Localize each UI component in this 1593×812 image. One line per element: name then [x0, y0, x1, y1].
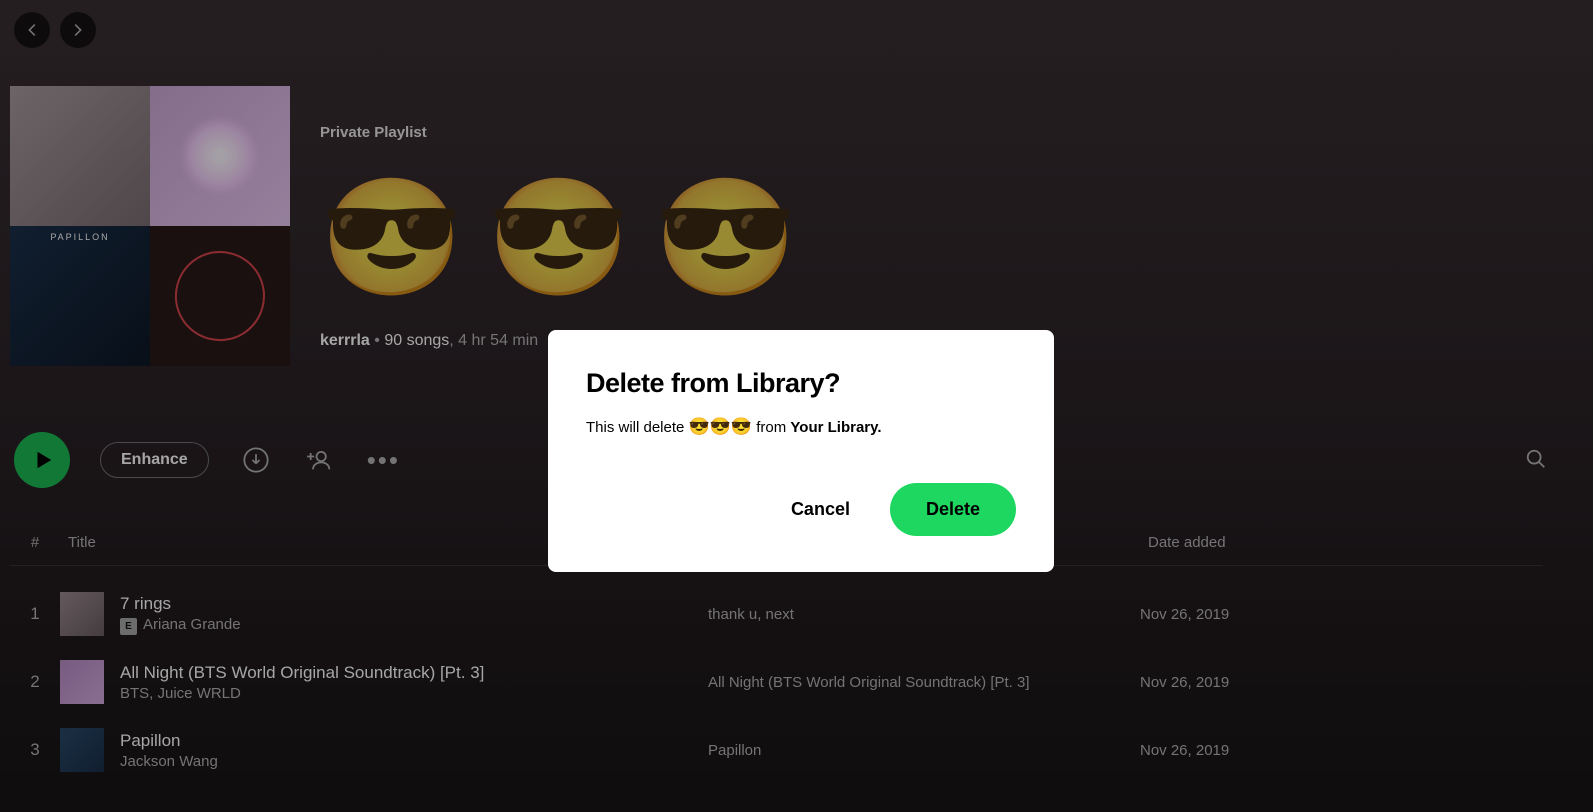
delete-confirm-dialog: Delete from Library? This will delete 😎😎… — [548, 330, 1054, 572]
cover-tile — [10, 226, 150, 366]
track-name: Papillon — [120, 731, 218, 751]
track-artist: BTS, Juice WRLD — [120, 685, 484, 702]
sunglasses-emoji-icon: 😎😎😎 — [689, 417, 753, 436]
search-icon — [1525, 448, 1547, 470]
enhance-button[interactable]: Enhance — [100, 442, 209, 478]
dialog-title: Delete from Library? — [586, 368, 1016, 399]
playlist-owner[interactable]: kerrrla — [320, 332, 370, 349]
track-artist: Jackson Wang — [120, 753, 218, 770]
playlist-info: Private Playlist 😎 😎 😎 kerrrla • 90 song… — [320, 86, 822, 366]
sunglasses-emoji-icon: 😎 — [487, 181, 630, 296]
track-album: All Night (BTS World Original Soundtrack… — [700, 674, 1140, 691]
track-date: Nov 26, 2019 — [1140, 742, 1543, 759]
action-bar: Enhance ••• — [14, 432, 400, 488]
more-horizontal-icon: ••• — [367, 445, 400, 475]
back-button[interactable] — [14, 12, 50, 48]
track-album: Papillon — [700, 742, 1140, 759]
column-number: # — [10, 530, 60, 555]
download-icon — [242, 446, 270, 474]
track-album: thank u, next — [700, 606, 1140, 623]
more-options-button[interactable]: ••• — [367, 445, 400, 476]
chevron-right-icon — [69, 21, 87, 39]
playlist-duration: 4 hr 54 min — [458, 332, 538, 349]
cancel-button[interactable]: Cancel — [779, 485, 862, 534]
invite-button[interactable] — [303, 443, 337, 477]
track-name: 7 rings — [120, 594, 241, 614]
track-thumbnail — [60, 660, 104, 704]
track-number: 2 — [10, 672, 60, 692]
dialog-body: This will delete 😎😎😎 from Your Library. — [586, 417, 1016, 437]
track-row[interactable]: 2 All Night (BTS World Original Soundtra… — [10, 648, 1543, 716]
playlist-header: Private Playlist 😎 😎 😎 kerrrla • 90 song… — [10, 86, 822, 366]
track-number: 3 — [10, 740, 60, 760]
download-button[interactable] — [239, 443, 273, 477]
track-row[interactable]: 1 7 rings EAriana Grande thank u, next N… — [10, 580, 1543, 648]
add-user-icon — [306, 446, 334, 474]
column-date: Date added — [1140, 530, 1543, 555]
track-date: Nov 26, 2019 — [1140, 606, 1543, 623]
playlist-type: Private Playlist — [320, 124, 822, 141]
playlist-song-count: 90 songs — [384, 332, 449, 349]
sunglasses-emoji-icon: 😎 — [320, 181, 463, 296]
track-artist: EAriana Grande — [120, 616, 241, 635]
playlist-cover[interactable] — [10, 86, 290, 366]
track-list: 1 7 rings EAriana Grande thank u, next N… — [10, 580, 1543, 784]
track-thumbnail — [60, 728, 104, 772]
playlist-title: 😎 😎 😎 — [320, 181, 822, 296]
delete-button[interactable]: Delete — [890, 483, 1016, 536]
track-date: Nov 26, 2019 — [1140, 674, 1543, 691]
sunglasses-emoji-icon: 😎 — [654, 181, 797, 296]
cover-tile — [150, 226, 290, 366]
track-thumbnail — [60, 592, 104, 636]
play-icon — [32, 449, 54, 471]
nav-buttons — [14, 12, 96, 48]
forward-button[interactable] — [60, 12, 96, 48]
track-name: All Night (BTS World Original Soundtrack… — [120, 663, 484, 683]
search-button[interactable] — [1525, 448, 1547, 475]
explicit-badge: E — [120, 618, 137, 635]
track-number: 1 — [10, 604, 60, 624]
cover-tile — [10, 86, 150, 226]
cover-tile — [150, 86, 290, 226]
chevron-left-icon — [23, 21, 41, 39]
play-button[interactable] — [14, 432, 70, 488]
track-row[interactable]: 3 Papillon Jackson Wang Papillon Nov 26,… — [10, 716, 1543, 784]
